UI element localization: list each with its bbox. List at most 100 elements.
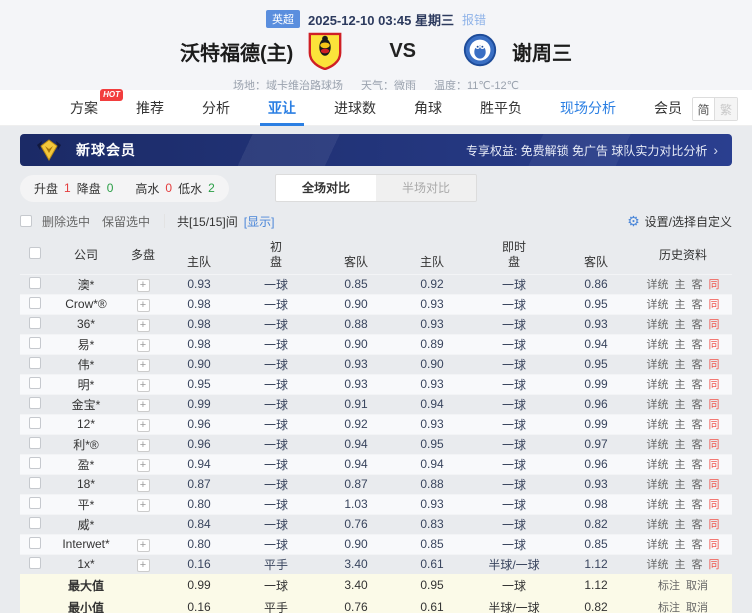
history-detail-link[interactable]: 详统 bbox=[647, 559, 669, 571]
history-same-link[interactable]: 同 bbox=[709, 499, 720, 511]
history-home-link[interactable]: 主 bbox=[675, 399, 686, 411]
history-away-link[interactable]: 客 bbox=[692, 519, 703, 531]
company-name[interactable]: 明* bbox=[78, 378, 95, 392]
company-name[interactable]: 12* bbox=[77, 417, 95, 431]
history-away-link[interactable]: 客 bbox=[692, 379, 703, 391]
history-detail-link[interactable]: 详统 bbox=[647, 459, 669, 471]
history-home-link[interactable]: 主 bbox=[675, 439, 686, 451]
history-same-link[interactable]: 同 bbox=[709, 399, 720, 411]
row-checkbox[interactable] bbox=[29, 317, 41, 329]
history-same-link[interactable]: 同 bbox=[709, 519, 720, 531]
select-all-checkbox[interactable] bbox=[20, 215, 32, 227]
expand-odds-button[interactable]: + bbox=[137, 299, 150, 312]
row-checkbox[interactable] bbox=[29, 377, 41, 389]
expand-odds-button[interactable]: + bbox=[137, 399, 150, 412]
row-checkbox[interactable] bbox=[29, 557, 41, 569]
company-name[interactable]: 伟* bbox=[78, 358, 95, 372]
company-name[interactable]: 36* bbox=[77, 317, 95, 331]
expand-odds-button[interactable]: + bbox=[137, 279, 150, 292]
simplified-chinese-button[interactable]: 简 bbox=[693, 98, 715, 120]
history-detail-link[interactable]: 详统 bbox=[647, 359, 669, 371]
history-home-link[interactable]: 主 bbox=[675, 499, 686, 511]
row-checkbox[interactable] bbox=[29, 437, 41, 449]
history-away-link[interactable]: 客 bbox=[692, 539, 703, 551]
vip-banner[interactable]: 新球会员 专享权益: 免费解锁 免广告 球队实力对比分析 › bbox=[20, 134, 732, 166]
expand-odds-button[interactable]: + bbox=[137, 499, 150, 512]
tab-corners[interactable]: 角球 bbox=[395, 90, 461, 126]
company-name[interactable]: 18* bbox=[77, 477, 95, 491]
history-same-link[interactable]: 同 bbox=[709, 359, 720, 371]
row-checkbox[interactable] bbox=[29, 397, 41, 409]
row-checkbox[interactable] bbox=[29, 497, 41, 509]
history-same-link[interactable]: 同 bbox=[709, 459, 720, 471]
history-detail-link[interactable]: 详统 bbox=[647, 339, 669, 351]
header-checkbox[interactable] bbox=[29, 247, 41, 259]
history-home-link[interactable]: 主 bbox=[675, 519, 686, 531]
company-name[interactable]: 盈* bbox=[78, 458, 95, 472]
history-home-link[interactable]: 主 bbox=[675, 379, 686, 391]
expand-odds-button[interactable]: + bbox=[137, 339, 150, 352]
history-same-link[interactable]: 同 bbox=[709, 299, 720, 311]
expand-odds-button[interactable]: + bbox=[137, 559, 150, 572]
history-same-link[interactable]: 同 bbox=[709, 379, 720, 391]
keep-selected-button[interactable]: 保留选中 bbox=[102, 213, 150, 230]
history-home-link[interactable]: 主 bbox=[675, 359, 686, 371]
expand-odds-button[interactable]: + bbox=[137, 419, 150, 432]
history-same-link[interactable]: 同 bbox=[709, 539, 720, 551]
history-home-link[interactable]: 主 bbox=[675, 539, 686, 551]
delete-selected-button[interactable]: 删除选中 bbox=[42, 213, 90, 230]
history-home-link[interactable]: 主 bbox=[675, 299, 686, 311]
history-away-link[interactable]: 客 bbox=[692, 399, 703, 411]
row-checkbox[interactable] bbox=[29, 297, 41, 309]
full-match-tab[interactable]: 全场对比 bbox=[276, 175, 376, 201]
traditional-chinese-button[interactable]: 繁 bbox=[715, 98, 737, 120]
cancel-link[interactable]: 取消 bbox=[686, 580, 708, 592]
history-away-link[interactable]: 客 bbox=[692, 339, 703, 351]
history-home-link[interactable]: 主 bbox=[675, 279, 686, 291]
tab-1x2[interactable]: 胜平负 bbox=[461, 90, 541, 126]
history-detail-link[interactable]: 详统 bbox=[647, 399, 669, 411]
tab-goals[interactable]: 进球数 bbox=[315, 90, 395, 126]
expand-odds-button[interactable]: + bbox=[137, 359, 150, 372]
history-home-link[interactable]: 主 bbox=[675, 459, 686, 471]
history-away-link[interactable]: 客 bbox=[692, 479, 703, 491]
company-name[interactable]: 威* bbox=[78, 518, 95, 532]
tab-analysis[interactable]: 分析 bbox=[183, 90, 249, 126]
tab-asian-handicap[interactable]: 亚让 bbox=[249, 90, 315, 126]
cancel-link[interactable]: 取消 bbox=[686, 602, 708, 613]
settings-control[interactable]: ⚙ 设置/选择自定义 bbox=[627, 213, 732, 230]
company-name[interactable]: Crow*® bbox=[65, 297, 107, 311]
half-match-tab[interactable]: 半场对比 bbox=[376, 175, 476, 201]
history-detail-link[interactable]: 详统 bbox=[647, 519, 669, 531]
history-away-link[interactable]: 客 bbox=[692, 559, 703, 571]
history-detail-link[interactable]: 详统 bbox=[647, 419, 669, 431]
history-detail-link[interactable]: 详统 bbox=[647, 439, 669, 451]
expand-odds-button[interactable]: + bbox=[137, 439, 150, 452]
company-name[interactable]: 澳* bbox=[78, 278, 95, 292]
tab-recommend[interactable]: 推荐 bbox=[117, 90, 183, 126]
history-home-link[interactable]: 主 bbox=[675, 319, 686, 331]
company-name[interactable]: Interwet* bbox=[62, 537, 109, 551]
history-same-link[interactable]: 同 bbox=[709, 439, 720, 451]
history-away-link[interactable]: 客 bbox=[692, 359, 703, 371]
company-name[interactable]: 1x* bbox=[77, 557, 94, 571]
report-error-link[interactable]: 报错 bbox=[462, 11, 486, 28]
mark-link[interactable]: 标注 bbox=[658, 602, 680, 613]
expand-odds-button[interactable]: + bbox=[137, 539, 150, 552]
expand-odds-button[interactable]: + bbox=[137, 459, 150, 472]
history-detail-link[interactable]: 详统 bbox=[647, 379, 669, 391]
history-away-link[interactable]: 客 bbox=[692, 419, 703, 431]
history-away-link[interactable]: 客 bbox=[692, 499, 703, 511]
history-same-link[interactable]: 同 bbox=[709, 339, 720, 351]
row-checkbox[interactable] bbox=[29, 357, 41, 369]
history-detail-link[interactable]: 详统 bbox=[647, 539, 669, 551]
history-detail-link[interactable]: 详统 bbox=[647, 479, 669, 491]
tab-plans[interactable]: 方案 HOT bbox=[51, 90, 117, 126]
row-checkbox[interactable] bbox=[29, 537, 41, 549]
history-detail-link[interactable]: 详统 bbox=[647, 319, 669, 331]
row-checkbox[interactable] bbox=[29, 337, 41, 349]
history-away-link[interactable]: 客 bbox=[692, 319, 703, 331]
history-detail-link[interactable]: 详统 bbox=[647, 299, 669, 311]
row-checkbox[interactable] bbox=[29, 277, 41, 289]
history-away-link[interactable]: 客 bbox=[692, 279, 703, 291]
